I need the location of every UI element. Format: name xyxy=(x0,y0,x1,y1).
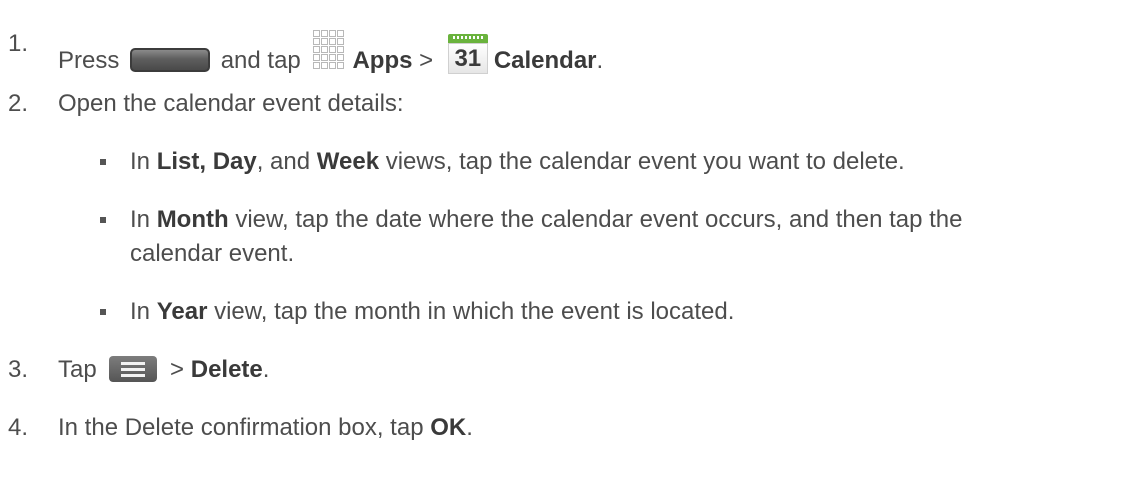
substep-rest: view, tap the month in which the event i… xyxy=(214,298,735,325)
step-3-separator: > xyxy=(170,356,185,383)
step-1-press-text: Press xyxy=(58,47,120,74)
substep-in: In xyxy=(130,298,151,325)
bullet xyxy=(100,309,106,315)
step-4-text: In the Delete confirmation box, tap xyxy=(58,414,424,441)
home-key-icon xyxy=(130,48,211,72)
substep-in: In xyxy=(130,206,151,233)
substep-cont: calendar event. xyxy=(130,240,295,267)
substep-rest: view, tap the date where the calendar ev… xyxy=(235,206,963,233)
step-number: 4. xyxy=(8,414,29,441)
step-2-text: Open the calendar event details: xyxy=(58,90,404,117)
calendar-label: Calendar xyxy=(493,47,597,74)
substep-week: Week xyxy=(316,148,380,175)
substep-in: In xyxy=(130,148,151,175)
substep-mid: , and xyxy=(256,148,311,175)
delete-label: Delete xyxy=(190,356,263,383)
substep-rest: views, tap the calendar event you want t… xyxy=(385,148,905,175)
step-1-and-tap-text: and tap xyxy=(220,47,301,74)
calendar-icon: 31 xyxy=(447,34,488,74)
ok-label: OK xyxy=(430,414,467,441)
step-3-tap-text: Tap xyxy=(58,356,97,383)
apps-label: Apps xyxy=(352,47,413,74)
step-3-end: . xyxy=(262,356,270,383)
step-number: 2. xyxy=(8,90,29,117)
bullet xyxy=(100,217,106,223)
substep-view-names: List, Day xyxy=(156,148,257,175)
step-1-separator: > xyxy=(419,47,434,74)
substep-year-label: Year xyxy=(156,298,208,325)
substep-month-label: Month xyxy=(156,206,229,233)
calendar-icon-day: 31 xyxy=(447,43,488,74)
step-4-end: . xyxy=(466,414,473,441)
step-1-end: . xyxy=(596,47,604,74)
bullet xyxy=(100,159,106,165)
apps-grid-icon xyxy=(313,30,346,80)
menu-key-icon xyxy=(109,356,158,382)
step-number: 1. xyxy=(8,30,29,57)
step-number: 3. xyxy=(8,356,29,383)
